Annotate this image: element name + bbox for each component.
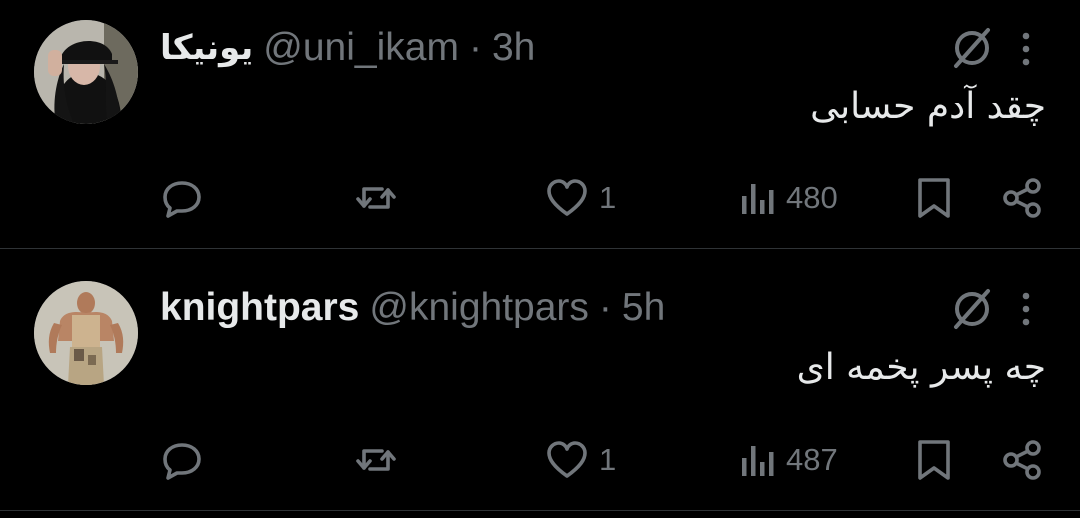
views-icon: [742, 184, 774, 214]
like-count: 1: [599, 442, 617, 477]
avatar[interactable]: [34, 281, 138, 385]
like-icon: [547, 179, 587, 216]
more-icon[interactable]: [1021, 32, 1031, 66]
tweet[interactable]: knightpars @knightpars · 5h چه پسر پخمه …: [0, 249, 1080, 509]
views-button[interactable]: 487: [740, 438, 838, 482]
timestamp[interactable]: 3h: [492, 26, 535, 70]
share-icon: [1003, 178, 1041, 218]
bookmark-button[interactable]: [914, 176, 954, 220]
avatar[interactable]: [34, 20, 138, 124]
reply-button[interactable]: [160, 438, 204, 482]
retweet-icon: [356, 449, 396, 471]
separator-dot: ·: [598, 286, 612, 329]
grok-icon[interactable]: [950, 26, 994, 70]
timestamp[interactable]: 5h: [622, 286, 665, 330]
view-count: 487: [786, 442, 838, 477]
tweet-text: چه پسر پخمه ای: [796, 347, 1046, 388]
views-icon: [742, 446, 774, 476]
handle[interactable]: @uni_ikam: [263, 26, 459, 70]
view-count: 480: [786, 180, 838, 215]
retweet-icon: [356, 187, 396, 209]
tweet-text: چقد آدم حسابی: [810, 86, 1046, 127]
grok-icon[interactable]: [950, 287, 994, 331]
tweet-header: یونیکا @uni_ikam · 3h: [160, 22, 535, 74]
reply-icon: [163, 181, 201, 218]
share-button[interactable]: [1000, 176, 1044, 220]
retweet-button[interactable]: [354, 176, 398, 220]
bookmark-icon: [918, 440, 950, 480]
tweet[interactable]: یونیکا @uni_ikam · 3h چقد آدم حسابی 1 48…: [0, 0, 1080, 248]
like-button[interactable]: 1: [545, 176, 616, 220]
reply-button[interactable]: [160, 176, 204, 220]
divider: [0, 510, 1080, 511]
display-name[interactable]: یونیکا: [160, 28, 253, 68]
retweet-button[interactable]: [354, 438, 398, 482]
reply-icon: [163, 443, 201, 480]
display-name[interactable]: knightpars: [160, 286, 359, 330]
like-button[interactable]: 1: [545, 438, 616, 482]
share-icon: [1003, 440, 1041, 480]
share-button[interactable]: [1000, 438, 1044, 482]
bookmark-icon: [918, 178, 950, 218]
bookmark-button[interactable]: [914, 438, 954, 482]
like-icon: [547, 441, 587, 478]
more-icon[interactable]: [1021, 292, 1031, 326]
tweet-header: knightpars @knightpars · 5h: [160, 282, 665, 334]
views-button[interactable]: 480: [740, 176, 838, 220]
separator-dot: ·: [468, 26, 482, 69]
handle[interactable]: @knightpars: [369, 286, 589, 330]
like-count: 1: [599, 180, 617, 215]
